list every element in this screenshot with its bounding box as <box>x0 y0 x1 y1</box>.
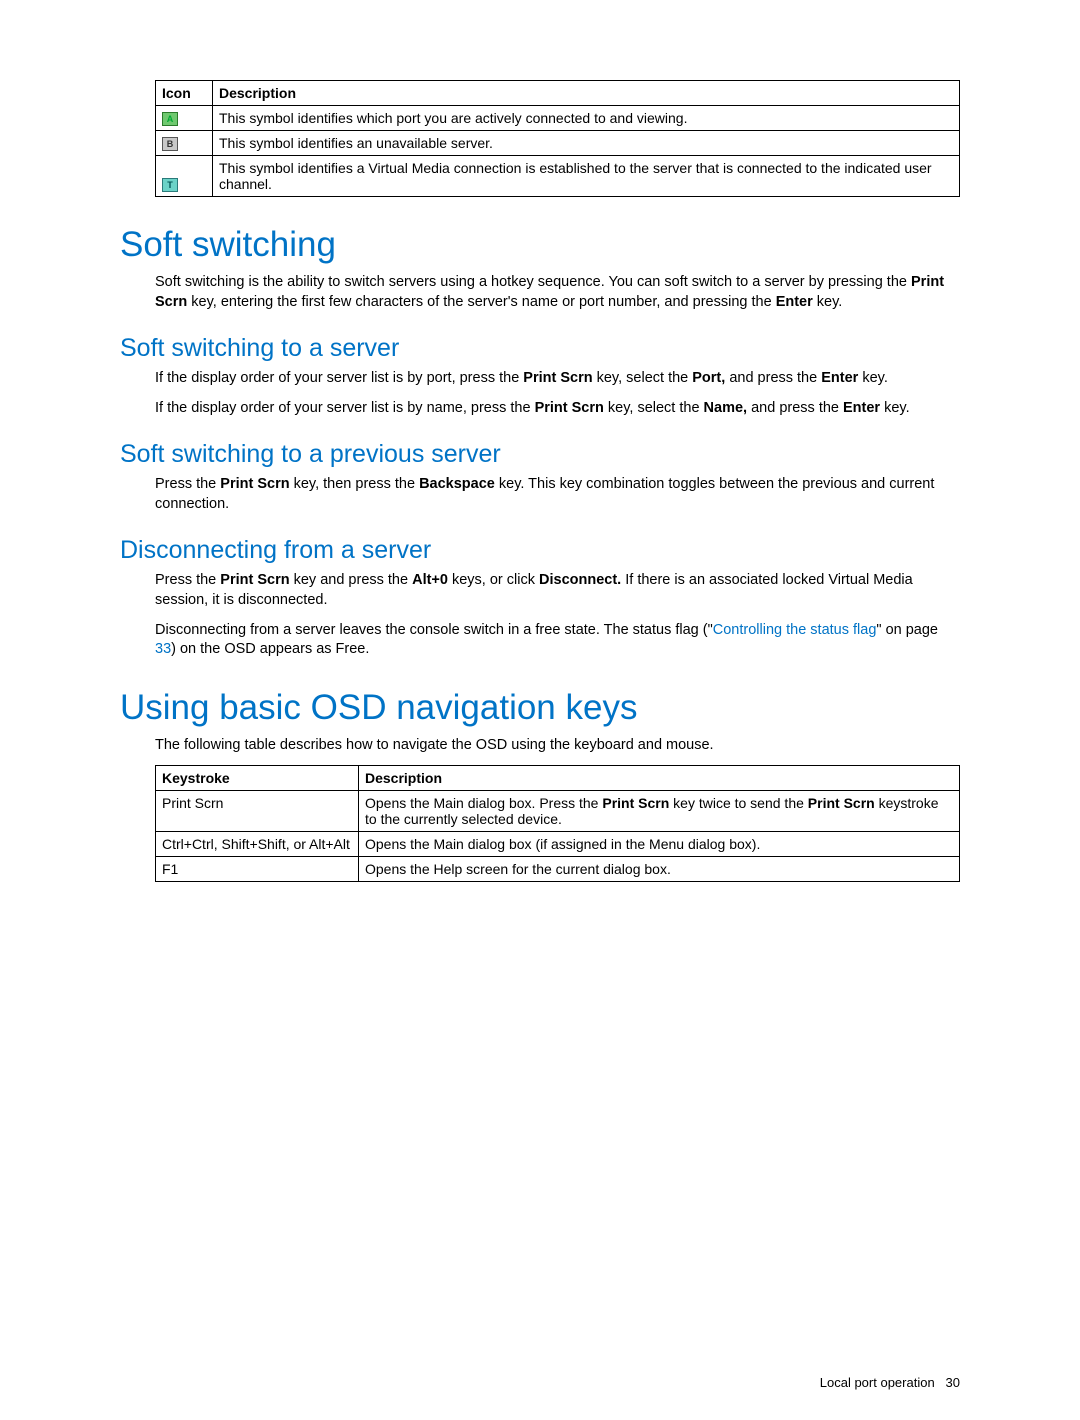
keystroke-cell: F1 <box>156 857 359 882</box>
keystroke-desc-cell: Opens the Main dialog box (if assigned i… <box>359 832 960 857</box>
controlling-status-flag-link[interactable]: Controlling the status flag <box>713 622 877 638</box>
footer-section: Local port operation <box>820 1375 935 1390</box>
icon-desc: This symbol identifies a Virtual Media c… <box>213 156 960 197</box>
table-row: T This symbol identifies a Virtual Media… <box>156 156 960 197</box>
keystroke-cell: Ctrl+Ctrl, Shift+Shift, or Alt+Alt <box>156 832 359 857</box>
table-row: Ctrl+Ctrl, Shift+Shift, or Alt+Alt Opens… <box>156 832 960 857</box>
keystroke-table: Keystroke Description Print Scrn Opens t… <box>155 765 960 882</box>
table-row: A This symbol identifies which port you … <box>156 106 960 131</box>
table-row: F1 Opens the Help screen for the current… <box>156 857 960 882</box>
table-row: B This symbol identifies an unavailable … <box>156 131 960 156</box>
icon-desc: This symbol identifies an unavailable se… <box>213 131 960 156</box>
to-server-paragraph-1: If the display order of your server list… <box>155 369 960 389</box>
heading-disconnecting: Disconnecting from a server <box>120 536 960 565</box>
to-server-paragraph-2: If the display order of your server list… <box>155 399 960 419</box>
heading-to-server: Soft switching to a server <box>120 334 960 363</box>
disconnecting-paragraph-2: Disconnecting from a server leaves the c… <box>155 621 960 660</box>
heading-soft-switching: Soft switching <box>120 225 960 265</box>
icon-table-header-row: Icon Description <box>156 81 960 106</box>
virtual-media-icon: T <box>162 178 178 192</box>
keystroke-header-row: Keystroke Description <box>156 766 960 791</box>
keystroke-description-header: Description <box>359 766 960 791</box>
keystroke-cell: Print Scrn <box>156 791 359 832</box>
active-port-icon: A <box>162 112 178 126</box>
keystroke-desc-cell: Opens the Main dialog box. Press the Pri… <box>359 791 960 832</box>
table-row: Print Scrn Opens the Main dialog box. Pr… <box>156 791 960 832</box>
page-link[interactable]: 33 <box>155 641 171 657</box>
previous-server-paragraph: Press the Print Scrn key, then press the… <box>155 475 960 514</box>
soft-switching-paragraph: Soft switching is the ability to switch … <box>155 273 960 312</box>
keystroke-header: Keystroke <box>156 766 359 791</box>
disconnecting-paragraph-1: Press the Print Scrn key and press the A… <box>155 571 960 610</box>
keystroke-desc-cell: Opens the Help screen for the current di… <box>359 857 960 882</box>
icon-desc: This symbol identifies which port you ar… <box>213 106 960 131</box>
page: Icon Description A This symbol identifie… <box>0 0 1080 1420</box>
osd-intro-paragraph: The following table describes how to nav… <box>155 736 960 756</box>
heading-previous-server: Soft switching to a previous server <box>120 440 960 469</box>
footer-page-number: 30 <box>946 1375 960 1390</box>
heading-osd-navigation: Using basic OSD navigation keys <box>120 688 960 728</box>
unavailable-server-icon: B <box>162 137 178 151</box>
icon-table: Icon Description A This symbol identifie… <box>155 80 960 197</box>
page-footer: Local port operation 30 <box>820 1375 960 1390</box>
description-header: Description <box>213 81 960 106</box>
icon-header: Icon <box>156 81 213 106</box>
